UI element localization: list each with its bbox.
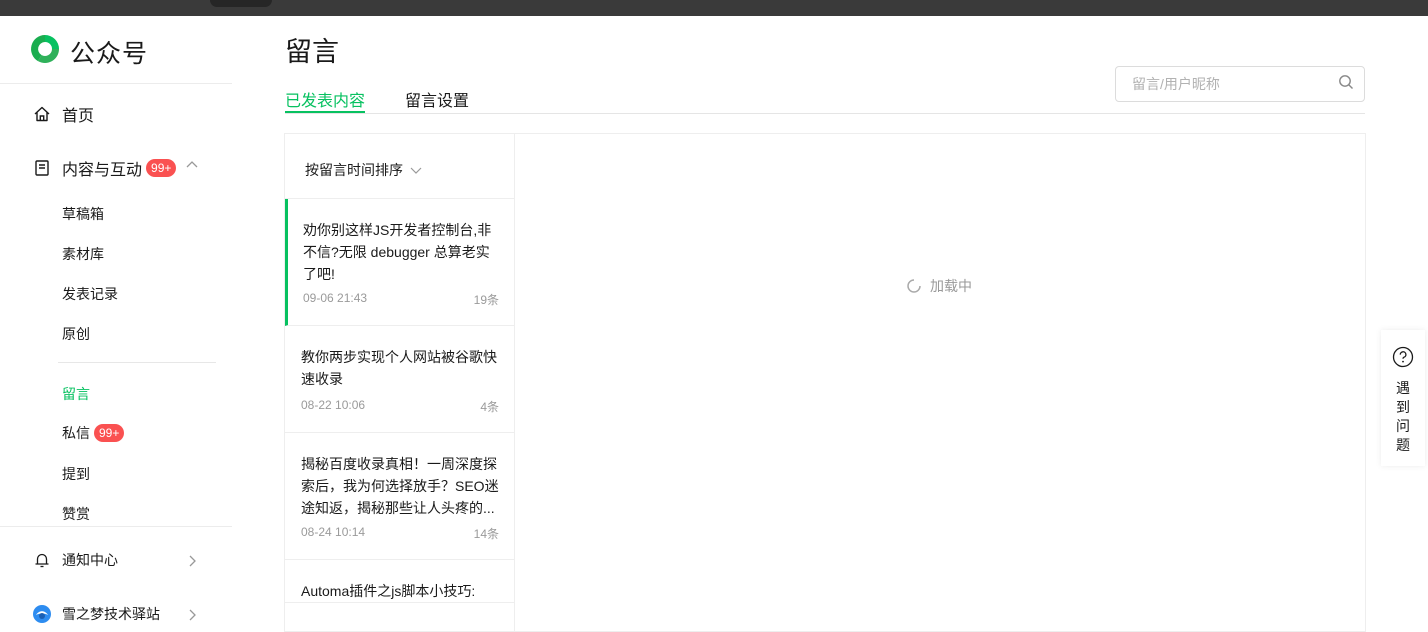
- app-name: 公众号: [70, 39, 149, 68]
- sidebar-item-messages[interactable]: 私信 99+: [62, 423, 125, 443]
- messages-label: 私信: [62, 425, 90, 441]
- page-title: 留言: [285, 37, 339, 67]
- chevron-down-icon: [409, 163, 423, 177]
- tab-comment-settings[interactable]: 留言设置: [405, 87, 469, 111]
- article-date: 09-06 21:43: [303, 291, 368, 305]
- content-badge: 99+: [146, 159, 177, 177]
- document-icon: [32, 158, 52, 178]
- window-top-bar: [0, 0, 1428, 16]
- tabs-divider: [285, 113, 1365, 114]
- sidebar-item-original[interactable]: 原创: [62, 324, 90, 344]
- spinner-icon: [906, 278, 922, 294]
- app-logo[interactable]: 公众号: [28, 32, 148, 71]
- account-avatar-icon: [32, 604, 52, 624]
- search-icon[interactable]: [1338, 74, 1354, 95]
- sort-dropdown[interactable]: 按留言时间排序: [305, 160, 423, 180]
- search-input[interactable]: [1132, 76, 1338, 92]
- article-list: 按留言时间排序 劝你别这样JS开发者控制台,非不信?无限 debugger 总算…: [285, 134, 515, 632]
- home-icon: [32, 104, 52, 124]
- comment-count: 4条: [480, 400, 499, 414]
- sidebar-divider: [0, 83, 232, 84]
- nav-account-label: 雪之梦技术驿站: [62, 606, 160, 622]
- sidebar-item-rewards[interactable]: 赞赏: [62, 504, 90, 524]
- comment-count: 19条: [473, 293, 499, 307]
- sidebar: 公众号 首页 内容与互动 99+ 草稿箱 素材库 发表记录 原创 留言 私信 9…: [0, 16, 232, 632]
- article-date: 08-24 10:14: [301, 525, 366, 539]
- nav-notify-label: 通知中心: [62, 552, 118, 568]
- help-label: 遇到问题: [1396, 380, 1410, 453]
- bell-icon: [32, 550, 52, 570]
- main-area: 留言 已发表内容 留言设置 按留言时间排序 劝你别这样JS开发者控制台,非不信?…: [232, 16, 1428, 632]
- messages-badge: 99+: [94, 424, 125, 442]
- nav-home[interactable]: 首页: [32, 102, 94, 126]
- chevron-right-icon[interactable]: [184, 607, 200, 623]
- article-title: 劝你别这样JS开发者控制台,非不信?无限 debugger 总算老实了吧!: [303, 222, 492, 282]
- comment-detail: 加载中: [516, 134, 1365, 632]
- help-button[interactable]: 遇到问题: [1381, 330, 1425, 466]
- nav-content-label: 内容与互动: [62, 162, 143, 179]
- sidebar-divider-bottom: [0, 526, 232, 527]
- pagination[interactable]: [285, 602, 514, 632]
- chevron-up-icon[interactable]: [184, 157, 200, 173]
- question-icon: [1392, 346, 1414, 373]
- chevron-right-icon[interactable]: [184, 553, 200, 569]
- sidebar-item-materials[interactable]: 素材库: [62, 244, 104, 264]
- comment-count: 14条: [473, 527, 499, 541]
- comments-panel: 按留言时间排序 劝你别这样JS开发者控制台,非不信?无限 debugger 总算…: [284, 133, 1366, 632]
- article-date: 08-22 10:06: [301, 398, 366, 412]
- sidebar-item-drafts[interactable]: 草稿箱: [62, 204, 104, 224]
- sidebar-item-publish-records[interactable]: 发表记录: [62, 284, 118, 304]
- search-box[interactable]: [1115, 66, 1365, 102]
- sub-divider: [58, 362, 216, 363]
- nav-content-interaction[interactable]: 内容与互动 99+: [32, 156, 177, 180]
- sidebar-item-comments[interactable]: 留言: [62, 384, 90, 404]
- nav-home-label: 首页: [62, 108, 95, 125]
- sort-label: 按留言时间排序: [305, 162, 403, 178]
- loading-text: 加载中: [930, 278, 972, 294]
- nav-account[interactable]: 雪之梦技术驿站: [32, 604, 160, 624]
- tab-published-content[interactable]: 已发表内容: [285, 87, 365, 111]
- list-item[interactable]: 教你两步实现个人网站被谷歌快速收录 08-22 10:06 4条: [285, 326, 514, 433]
- sidebar-item-mentions[interactable]: 提到: [62, 464, 90, 484]
- nav-notify-center[interactable]: 通知中心: [32, 550, 118, 570]
- list-item[interactable]: 劝你别这样JS开发者控制台,非不信?无限 debugger 总算老实了吧! 09…: [285, 199, 514, 326]
- article-title: 揭秘百度收录真相！一周深度探索后，我为何选择放手？SEO迷途知返，揭秘那些让人头…: [301, 456, 499, 516]
- loading-indicator: 加载中: [906, 276, 972, 296]
- article-title: 教你两步实现个人网站被谷歌快速收录: [301, 349, 497, 387]
- list-item[interactable]: 揭秘百度收录真相！一周深度探索后，我为何选择放手？SEO迷途知返，揭秘那些让人头…: [285, 433, 514, 560]
- window-notch: [210, 0, 272, 7]
- article-title: Automa插件之js脚本小技巧:: [301, 583, 476, 599]
- wechat-mp-logo-icon: [28, 32, 62, 71]
